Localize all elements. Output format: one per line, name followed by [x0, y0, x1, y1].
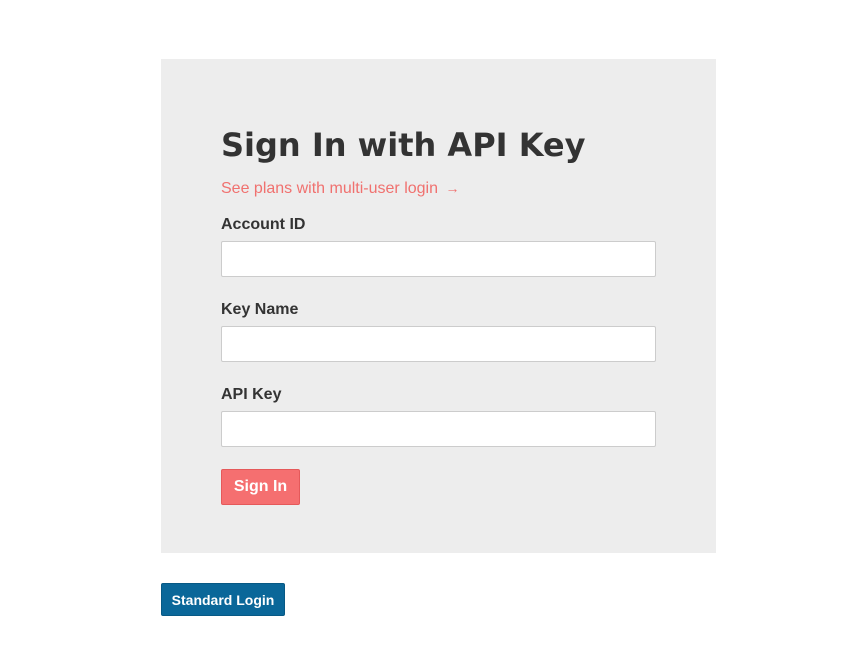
key-name-label: Key Name — [221, 301, 299, 318]
standard-login-button[interactable]: Standard Login — [161, 583, 285, 616]
account-id-label: Account ID — [221, 216, 306, 233]
sign-in-button[interactable]: Sign In — [221, 469, 300, 505]
arrow-right-icon: → — [445, 180, 460, 196]
see-plans-link-label: See plans with multi-user login — [221, 180, 438, 197]
page-title: Sign In with API Key — [221, 126, 586, 164]
api-key-label: API Key — [221, 386, 282, 403]
api-key-input[interactable] — [221, 411, 656, 447]
api-key-signin-card: Sign In with API Key See plans with mult… — [161, 59, 716, 553]
account-id-input[interactable] — [221, 241, 656, 277]
login-page: Sign In with API Key See plans with mult… — [0, 0, 865, 661]
key-name-input[interactable] — [221, 326, 656, 362]
see-plans-link[interactable]: See plans with multi-user login → — [221, 178, 459, 199]
